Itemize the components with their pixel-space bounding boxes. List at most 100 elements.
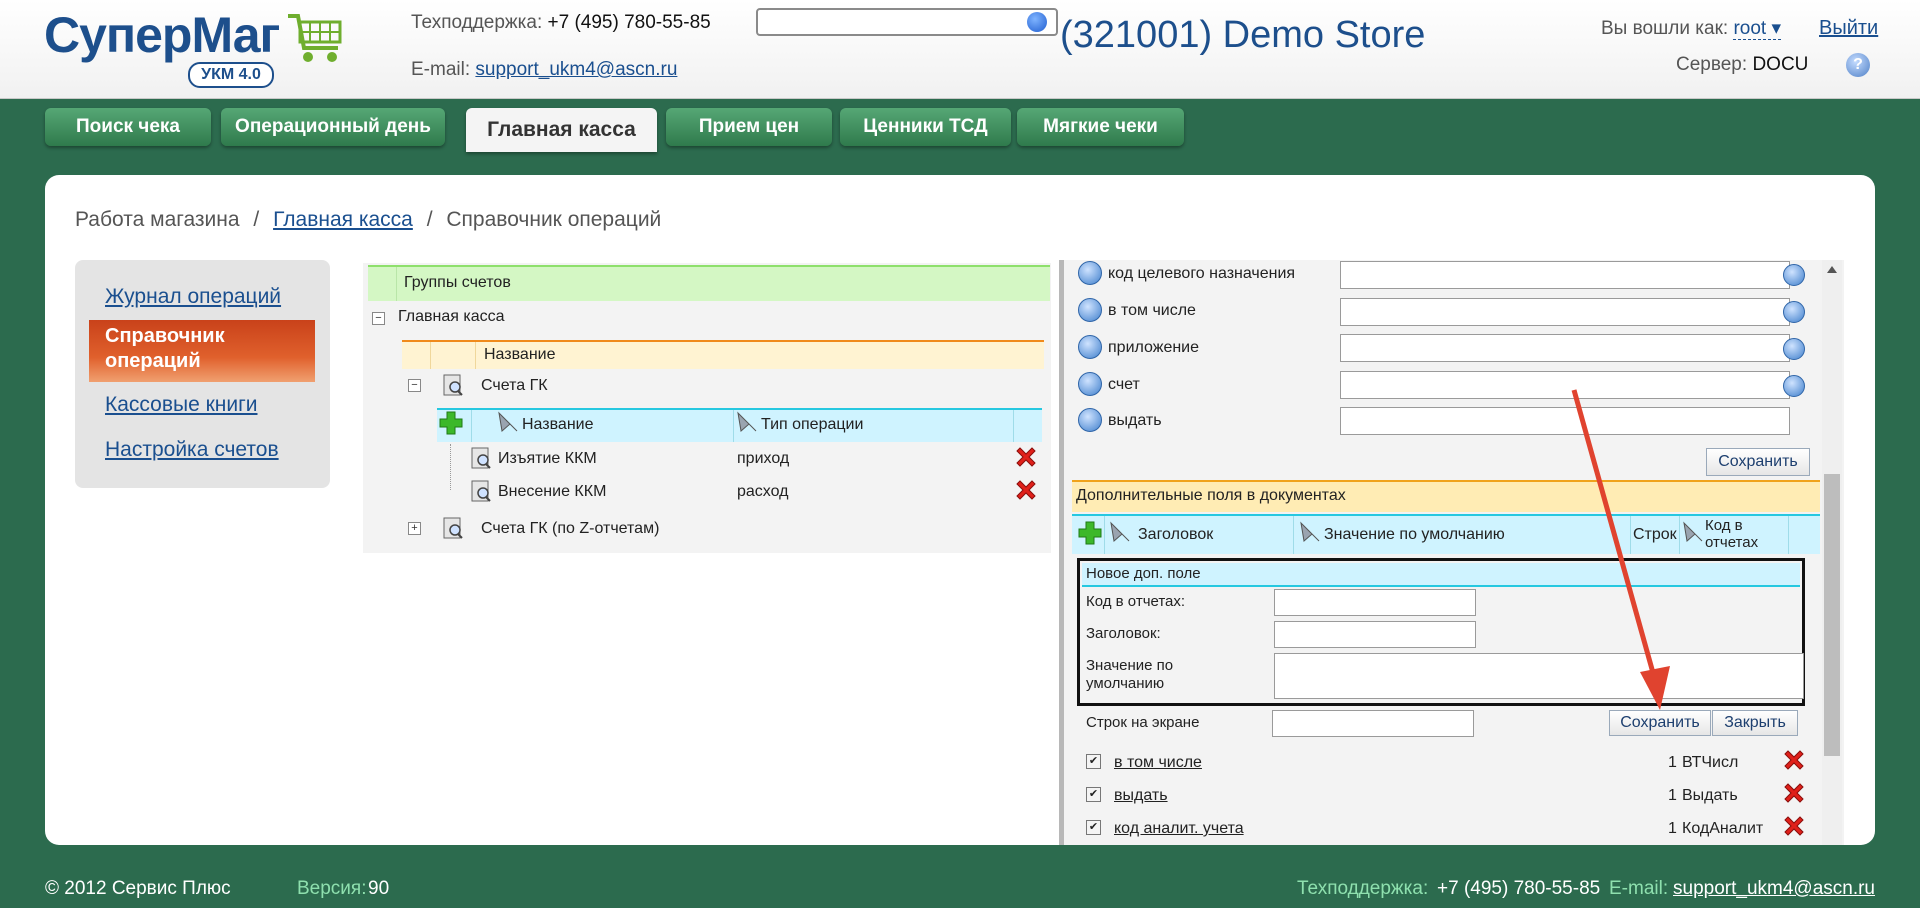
support-phone: +7 (495) 780-55-85 — [547, 12, 711, 33]
search-icon[interactable] — [1027, 12, 1047, 32]
name-header-row: Название — [402, 340, 1044, 369]
move-down-icon[interactable] — [1783, 338, 1805, 360]
form-title: Новое доп. поле — [1086, 565, 1201, 582]
field-code: КодАналит — [1682, 820, 1764, 837]
sidebar-item-directory[interactable]: Справочник операций — [89, 320, 315, 382]
logged-in-label: Вы вошли как: — [1601, 18, 1729, 39]
move-up-icon[interactable] — [1078, 335, 1102, 359]
tab-price-receive[interactable]: Прием цен — [666, 108, 832, 146]
support-label: Техподдержка: — [411, 12, 543, 33]
footer: © 2012 Сервис Плюс Версия: 90 Техподдерж… — [0, 870, 1920, 908]
field-label: код целевого назначения — [1108, 265, 1296, 282]
cart-icon — [288, 14, 342, 62]
user-name: root — [1733, 18, 1767, 39]
field-textarea[interactable] — [1340, 261, 1790, 289]
form-close-button[interactable]: Закрыть — [1712, 710, 1798, 736]
scrollbar-thumb[interactable] — [1824, 474, 1840, 756]
default-textarea[interactable] — [1274, 653, 1804, 699]
filter-icon[interactable] — [737, 411, 757, 433]
field-rows: 1 — [1668, 754, 1677, 771]
filter-icon[interactable] — [1300, 521, 1320, 543]
move-up-icon[interactable] — [1078, 298, 1102, 322]
add-icon[interactable] — [438, 410, 464, 436]
help-icon[interactable]: ? — [1846, 53, 1870, 77]
move-up-icon[interactable] — [1078, 408, 1102, 432]
footer-email-link[interactable]: support_ukm4@ascn.ru — [1673, 878, 1875, 900]
breadcrumb-link[interactable]: Главная касса — [273, 208, 413, 231]
new-field-form: Новое доп. поле Код в отчетах: Заголовок… — [1077, 558, 1805, 706]
delete-icon[interactable] — [1782, 748, 1806, 772]
rows-label: Строк на экране — [1086, 714, 1200, 731]
logout-link[interactable]: Выйти — [1819, 17, 1878, 40]
breadcrumb: Работа магазина / Главная касса / Справо… — [75, 208, 661, 232]
save-button[interactable]: Сохранить — [1706, 448, 1810, 476]
store-title: (321001) Demo Store — [1060, 14, 1426, 56]
account-icon — [443, 374, 463, 396]
delete-icon[interactable] — [1782, 814, 1806, 838]
col-title: Заголовок — [1138, 526, 1214, 543]
move-down-icon[interactable] — [1783, 375, 1805, 397]
user-info: Вы вошли как: root ▾ — [1601, 17, 1782, 40]
filter-icon[interactable] — [1110, 521, 1130, 543]
annotation-arrow — [1571, 389, 1670, 710]
group-header-row: Группы счетов — [368, 265, 1050, 301]
section-title: Дополнительные поля в документах — [1076, 487, 1346, 504]
col-default: Значение по умолчанию — [1324, 526, 1505, 543]
scroll-up-icon[interactable] — [1827, 266, 1837, 273]
field-checkbox[interactable]: ✔ — [1086, 787, 1101, 802]
op-name[interactable]: Изъятие ККМ — [498, 450, 597, 468]
delete-icon[interactable] — [1014, 445, 1038, 469]
move-up-icon[interactable] — [1078, 261, 1102, 285]
field-rows: 1 — [1668, 820, 1677, 837]
field-label: в том числе — [1108, 302, 1196, 319]
tree-root-node[interactable]: Главная касса — [398, 308, 505, 326]
sidebar-item-cash-books[interactable]: Кассовые книги — [105, 393, 258, 417]
tab-soft-receipts[interactable]: Мягкие чеки — [1017, 108, 1184, 146]
move-up-icon[interactable] — [1078, 372, 1102, 396]
field-textarea[interactable] — [1340, 298, 1790, 326]
email-link[interactable]: support_ukm4@ascn.ru — [475, 59, 677, 80]
delete-icon[interactable] — [1014, 478, 1038, 502]
tab-main-cash[interactable]: Главная касса — [466, 108, 657, 152]
rows-input[interactable] — [1272, 710, 1474, 737]
field-rows: 1 — [1668, 787, 1677, 804]
title-input[interactable] — [1274, 621, 1476, 648]
expand-icon[interactable]: + — [408, 522, 421, 535]
field-checkbox[interactable]: ✔ — [1086, 820, 1101, 835]
field-checkbox[interactable]: ✔ — [1086, 754, 1101, 769]
tab-receipt-search[interactable]: Поиск чека — [45, 108, 211, 146]
add-field-icon[interactable] — [1077, 520, 1103, 546]
filter-icon[interactable] — [1683, 521, 1703, 543]
tree-node-z-accounts[interactable]: Счета ГК (по Z-отчетам) — [481, 520, 659, 538]
field-link[interactable]: выдать — [1114, 787, 1168, 805]
breadcrumb-current: Справочник операций — [446, 208, 662, 231]
field-label: счет — [1108, 376, 1140, 393]
logo-badge: УКМ 4.0 — [188, 62, 274, 88]
scrollbar[interactable] — [1822, 260, 1842, 845]
filter-icon[interactable] — [498, 411, 518, 433]
tab-price-tags[interactable]: Ценники ТСД — [840, 108, 1011, 146]
move-down-icon[interactable] — [1783, 264, 1805, 286]
sidebar-item-account-settings[interactable]: Настройка счетов — [105, 438, 279, 462]
logo[interactable]: СуперМаг — [44, 6, 280, 64]
move-down-icon[interactable] — [1783, 301, 1805, 323]
collapse-icon[interactable]: − — [408, 379, 421, 392]
tree-node-accounts[interactable]: Счета ГК — [481, 377, 548, 395]
support-info: Техподдержка: +7 (495) 780-55-85 — [411, 12, 711, 34]
name-header: Название — [484, 346, 556, 363]
op-name[interactable]: Внесение ККМ — [498, 483, 606, 501]
field-code: ВТЧисл — [1682, 754, 1739, 771]
footer-support-label: Техподдержка: — [1297, 878, 1429, 899]
user-menu[interactable]: root ▾ — [1733, 18, 1782, 40]
field-textarea[interactable] — [1340, 334, 1790, 362]
code-input[interactable] — [1274, 589, 1476, 616]
delete-icon[interactable] — [1782, 781, 1806, 805]
collapse-icon[interactable]: − — [372, 312, 385, 325]
field-link[interactable]: код аналит. учета — [1114, 820, 1244, 838]
extra-fields-header: Дополнительные поля в документах — [1072, 480, 1820, 512]
email-label: E-mail: — [411, 59, 471, 80]
search-input[interactable] — [756, 8, 1058, 36]
field-link[interactable]: в том числе — [1114, 754, 1202, 772]
sidebar-item-journal[interactable]: Журнал операций — [105, 285, 281, 309]
tab-operational-day[interactable]: Операционный день — [221, 108, 445, 146]
